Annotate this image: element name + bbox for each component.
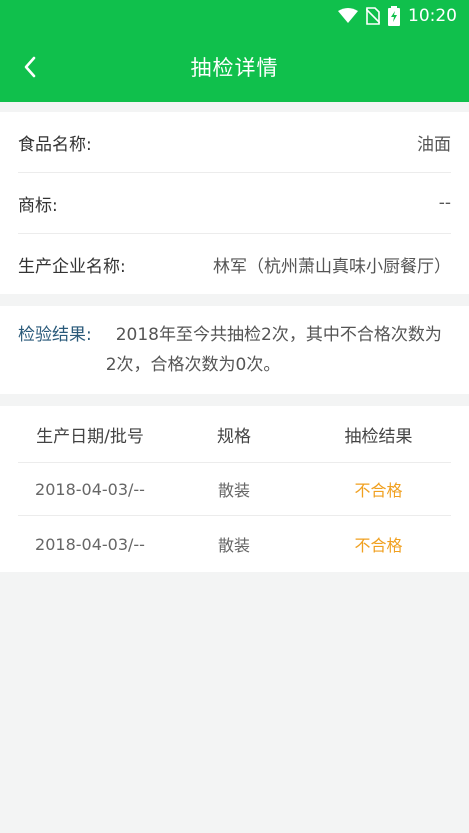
- no-sim-icon: [366, 7, 380, 25]
- row-result: 不合格: [354, 481, 403, 500]
- food-name-label: 食品名称:: [18, 134, 92, 155]
- header-result: 抽检结果: [344, 426, 413, 447]
- producer-value: 林军（杭州萧山真味小厨餐厅）: [213, 256, 451, 277]
- inspection-result-card: 检验结果: 2018年至今共抽检2次，其中不合格次数为2次，合格次数为0次。: [0, 306, 469, 394]
- food-name-value: 油面: [417, 134, 451, 155]
- table-header: 生产日期/批号 规格 抽检结果: [18, 406, 451, 463]
- inspection-result-label: 检验结果:: [18, 325, 92, 345]
- status-time: 10:20: [408, 6, 457, 26]
- table-row: 2018-04-03/-- 散装 不合格: [18, 463, 451, 516]
- page-title: 抽检详情: [190, 56, 279, 80]
- info-row-food-name: 食品名称: 油面: [18, 112, 451, 173]
- trademark-value: --: [438, 193, 451, 213]
- status-bar: 10:20: [0, 0, 469, 32]
- chevron-left-icon: [24, 56, 36, 78]
- wifi-icon: [338, 8, 358, 23]
- table-row: 2018-04-03/-- 散装 不合格: [18, 516, 451, 572]
- inspection-result-text: 2018年至今共抽检2次，其中不合格次数为2次，合格次数为0次。: [105, 325, 442, 375]
- row-date-batch: 2018-04-03/--: [35, 479, 145, 499]
- row-date-batch: 2018-04-03/--: [35, 534, 145, 554]
- row-spec: 散装: [217, 536, 250, 555]
- row-result: 不合格: [354, 536, 403, 555]
- info-row-producer: 生产企业名称: 林军（杭州萧山真味小厨餐厅）: [18, 234, 451, 294]
- food-info-card: 食品名称: 油面 商标: -- 生产企业名称: 林军（杭州萧山真味小厨餐厅）: [0, 112, 469, 294]
- row-spec: 散装: [217, 481, 250, 500]
- inspection-table: 生产日期/批号 规格 抽检结果 2018-04-03/-- 散装 不合格 201…: [0, 406, 469, 572]
- header-spec: 规格: [217, 426, 251, 447]
- battery-charging-icon: [388, 6, 400, 26]
- info-row-trademark: 商标: --: [18, 173, 451, 234]
- producer-label: 生产企业名称:: [18, 256, 126, 277]
- app-bar: 抽检详情: [0, 32, 469, 102]
- header-date-batch: 生产日期/批号: [36, 426, 144, 447]
- trademark-label: 商标:: [18, 195, 58, 216]
- back-button[interactable]: [10, 32, 50, 102]
